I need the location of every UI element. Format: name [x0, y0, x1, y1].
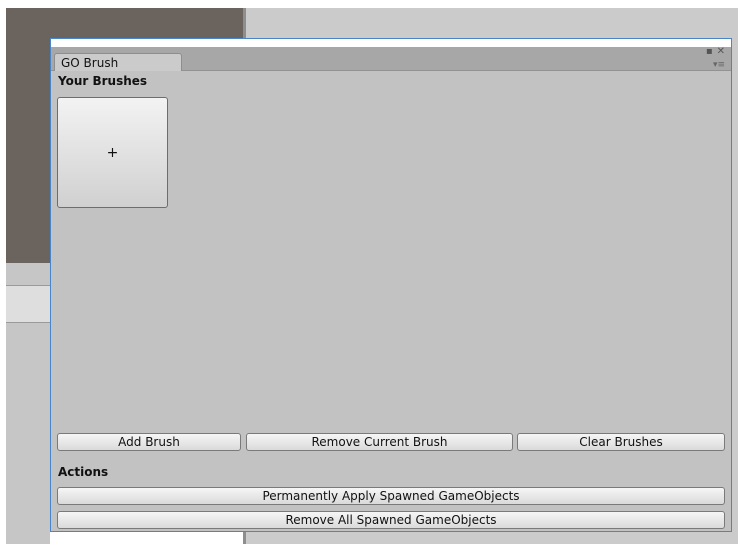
tab-menu-icon[interactable]: ▾≡	[713, 60, 725, 70]
maximize-icon[interactable]: ▪	[706, 47, 713, 57]
your-brushes-heading: Your Brushes	[58, 74, 148, 88]
actions-heading: Actions	[58, 465, 109, 479]
go-brush-window: GO Brush ▪ ✕ ▾≡ Your Brushes + Add Brush …	[50, 38, 732, 532]
window-controls: ▪ ✕	[702, 47, 725, 57]
tab-go-brush[interactable]: GO Brush	[54, 53, 182, 71]
tab-bar: GO Brush	[51, 47, 731, 71]
left-panel-strip	[6, 285, 50, 323]
add-brush-tile[interactable]: +	[57, 97, 168, 208]
remove-all-spawned-button[interactable]: Remove All Spawned GameObjects	[57, 511, 725, 529]
add-brush-button[interactable]: Add Brush	[57, 433, 241, 451]
window-titlebar[interactable]	[51, 39, 731, 47]
clear-brushes-button[interactable]: Clear Brushes	[517, 433, 725, 451]
apply-spawned-button[interactable]: Permanently Apply Spawned GameObjects	[57, 487, 725, 505]
close-icon[interactable]: ✕	[717, 47, 725, 57]
remove-current-brush-button[interactable]: Remove Current Brush	[246, 433, 513, 451]
plus-icon: +	[106, 144, 119, 161]
